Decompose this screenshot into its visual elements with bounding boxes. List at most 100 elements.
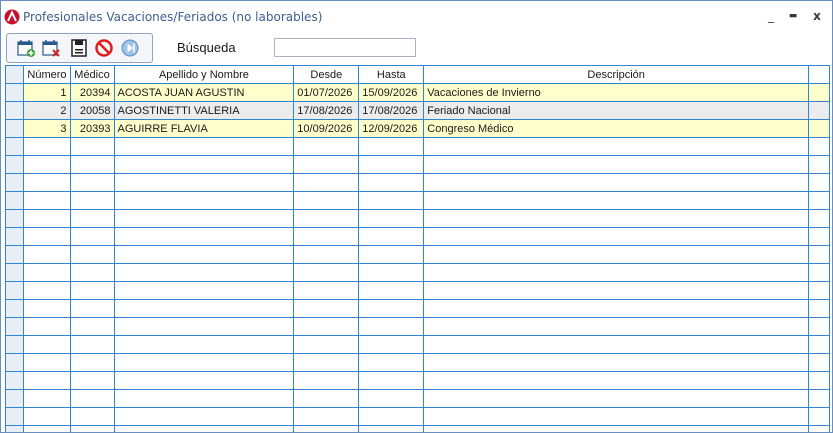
empty-table-row[interactable] <box>6 263 830 282</box>
row-selector[interactable] <box>6 371 25 390</box>
empty-cell[interactable] <box>70 353 115 372</box>
column-header-descripcion[interactable]: Descripción <box>423 66 810 84</box>
row-selector[interactable] <box>6 83 25 102</box>
empty-cell[interactable] <box>808 191 830 210</box>
empty-cell[interactable] <box>808 299 830 318</box>
row-selector[interactable] <box>6 317 25 336</box>
empty-cell[interactable] <box>293 263 360 282</box>
empty-cell[interactable] <box>808 245 830 264</box>
cell-desde[interactable]: 10/09/2026 <box>293 119 360 138</box>
empty-cell[interactable] <box>293 371 360 390</box>
empty-cell[interactable] <box>293 245 360 264</box>
empty-cell[interactable] <box>293 281 360 300</box>
empty-cell[interactable] <box>423 173 810 192</box>
cell-medico[interactable]: 20394 <box>70 83 115 102</box>
cell-numero[interactable]: 3 <box>23 119 71 138</box>
empty-cell[interactable] <box>23 407 71 426</box>
empty-cell[interactable] <box>808 353 830 372</box>
cell-medico[interactable]: 20393 <box>70 119 115 138</box>
cell-hasta[interactable]: 17/08/2026 <box>358 101 425 120</box>
row-selector[interactable] <box>6 353 25 372</box>
empty-cell[interactable] <box>70 299 115 318</box>
empty-cell[interactable] <box>358 173 425 192</box>
empty-cell[interactable] <box>23 245 71 264</box>
empty-cell[interactable] <box>114 155 295 174</box>
empty-cell[interactable] <box>358 317 425 336</box>
empty-cell[interactable] <box>114 335 295 354</box>
row-selector[interactable] <box>6 299 25 318</box>
column-header-hasta[interactable]: Hasta <box>358 66 425 84</box>
empty-cell[interactable] <box>293 173 360 192</box>
empty-cell[interactable] <box>423 353 810 372</box>
empty-cell[interactable] <box>114 173 295 192</box>
empty-cell[interactable] <box>808 371 830 390</box>
empty-cell[interactable] <box>808 155 830 174</box>
empty-cell[interactable] <box>70 155 115 174</box>
empty-cell[interactable] <box>358 245 425 264</box>
empty-table-row[interactable] <box>6 245 830 264</box>
empty-cell[interactable] <box>293 137 360 156</box>
empty-table-row[interactable] <box>6 191 830 210</box>
empty-table-row[interactable] <box>6 281 830 300</box>
empty-cell[interactable] <box>23 389 71 408</box>
empty-cell[interactable] <box>358 209 425 228</box>
empty-cell[interactable] <box>423 245 810 264</box>
empty-cell[interactable] <box>358 227 425 246</box>
empty-cell[interactable] <box>70 371 115 390</box>
empty-cell[interactable] <box>23 191 71 210</box>
row-selector[interactable] <box>6 173 25 192</box>
empty-cell[interactable] <box>423 335 810 354</box>
cell-numero[interactable]: 1 <box>23 83 71 102</box>
empty-cell[interactable] <box>423 299 810 318</box>
empty-cell[interactable] <box>423 389 810 408</box>
empty-cell[interactable] <box>70 191 115 210</box>
empty-cell[interactable] <box>114 299 295 318</box>
empty-cell[interactable] <box>423 317 810 336</box>
empty-cell[interactable] <box>358 155 425 174</box>
empty-cell[interactable] <box>114 227 295 246</box>
empty-table-row[interactable] <box>6 209 830 228</box>
empty-cell[interactable] <box>70 425 115 432</box>
empty-cell[interactable] <box>358 137 425 156</box>
cell-numero[interactable]: 2 <box>23 101 71 120</box>
empty-cell[interactable] <box>423 425 810 432</box>
empty-cell[interactable] <box>70 227 115 246</box>
table-row[interactable]: 1 20394 ACOSTA JUAN AGUSTIN 01/07/2026 1… <box>6 83 830 102</box>
empty-cell[interactable] <box>808 209 830 228</box>
row-selector[interactable] <box>6 425 25 432</box>
empty-cell[interactable] <box>70 317 115 336</box>
empty-cell[interactable] <box>23 227 71 246</box>
row-selector[interactable] <box>6 155 25 174</box>
empty-cell[interactable] <box>70 407 115 426</box>
empty-cell[interactable] <box>114 389 295 408</box>
empty-cell[interactable] <box>114 425 295 432</box>
empty-cell[interactable] <box>293 209 360 228</box>
empty-cell[interactable] <box>70 173 115 192</box>
empty-table-row[interactable] <box>6 137 830 156</box>
empty-cell[interactable] <box>23 353 71 372</box>
empty-cell[interactable] <box>808 389 830 408</box>
row-selector[interactable] <box>6 209 25 228</box>
empty-cell[interactable] <box>23 155 71 174</box>
table-row[interactable]: 2 20058 AGOSTINETTI VALERIA 17/08/2026 1… <box>6 101 830 120</box>
cell-nombre[interactable]: ACOSTA JUAN AGUSTIN <box>114 83 295 102</box>
cell-medico[interactable]: 20058 <box>70 101 115 120</box>
cell-nombre[interactable]: AGUIRRE FLAVIA <box>114 119 295 138</box>
empty-cell[interactable] <box>70 281 115 300</box>
empty-cell[interactable] <box>358 389 425 408</box>
row-selector[interactable] <box>6 119 25 138</box>
empty-cell[interactable] <box>293 155 360 174</box>
empty-cell[interactable] <box>808 425 830 432</box>
empty-cell[interactable] <box>70 335 115 354</box>
empty-cell[interactable] <box>23 335 71 354</box>
cancel-icon[interactable] <box>94 38 114 58</box>
empty-cell[interactable] <box>114 407 295 426</box>
cell-descripcion[interactable]: Feriado Nacional <box>423 101 810 120</box>
empty-cell[interactable] <box>293 335 360 354</box>
empty-table-row[interactable] <box>6 173 830 192</box>
empty-cell[interactable] <box>358 299 425 318</box>
empty-cell[interactable] <box>114 263 295 282</box>
empty-cell[interactable] <box>23 209 71 228</box>
cell-nombre[interactable]: AGOSTINETTI VALERIA <box>114 101 295 120</box>
empty-table-row[interactable] <box>6 299 830 318</box>
